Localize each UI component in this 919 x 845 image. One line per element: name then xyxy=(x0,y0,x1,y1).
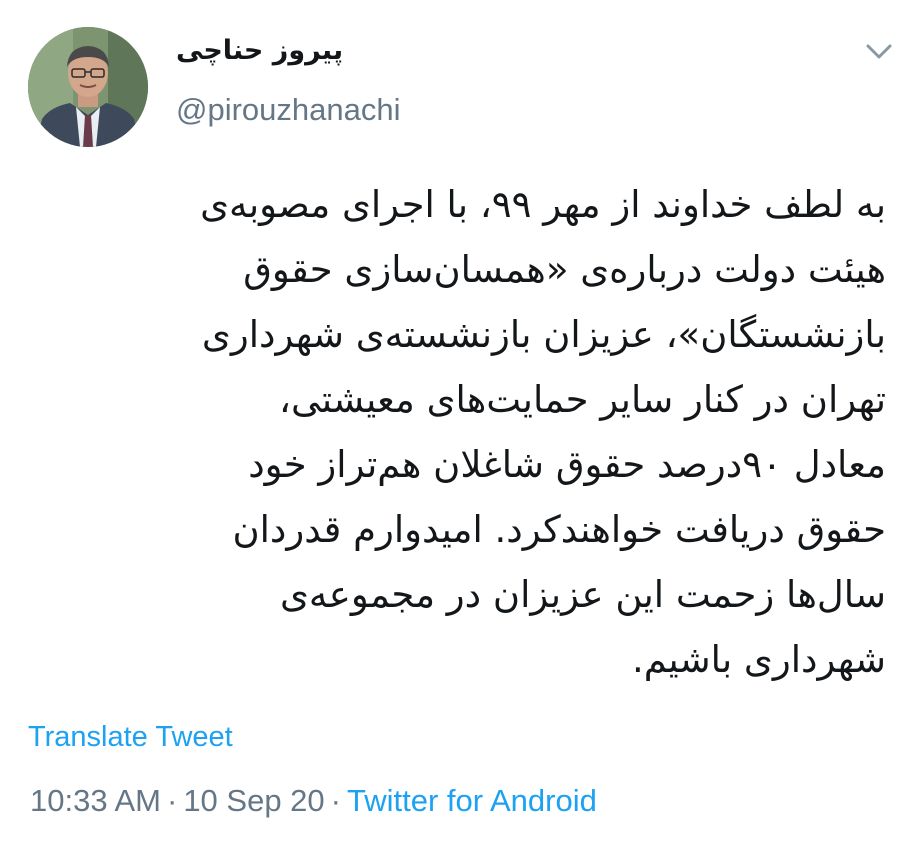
avatar[interactable] xyxy=(28,27,148,147)
tweet-text-line: معادل ۹۰درصد حقوق شاغلان هم‌تراز خود xyxy=(248,443,886,486)
tweet-card: پیروز حناچی @pirouzhanachi به لطف خداوند… xyxy=(0,0,919,845)
separator: · xyxy=(330,783,341,818)
user-handle[interactable]: @pirouzhanachi xyxy=(176,92,401,128)
tweet-text-line: تهران در کنار سایر حمایت‌های معیشتی، xyxy=(279,378,886,421)
tweet-text-line: شهرداری باشیم. xyxy=(632,638,886,681)
tweet-text: به لطف خداوند از مهر ۹۹، با اجرای مصوبه‌… xyxy=(24,172,886,692)
tweet-text-line: هیئت دولت درباره‌ی «همسان‌سازی حقوق xyxy=(243,248,886,291)
tweet-source-link[interactable]: Twitter for Android xyxy=(347,783,597,818)
tweet-time[interactable]: 10:33 AM xyxy=(30,783,161,818)
tweet-text-line: بازنشستگان»، عزیزان بازنشسته‌ی شهرداری xyxy=(201,313,886,356)
tweet-text-line: سال‌ها زحمت این عزیزان در مجموعه‌ی xyxy=(279,573,886,616)
chevron-down-icon[interactable] xyxy=(864,38,894,64)
separator: · xyxy=(166,783,178,818)
tweet-metadata: 10:33 AM · 10 Sep 20 · Twitter for Android xyxy=(30,783,597,819)
tweet-date[interactable]: 10 Sep 20 xyxy=(183,783,324,818)
translate-tweet-link[interactable]: Translate Tweet xyxy=(28,721,233,754)
tweet-text-line: به لطف خداوند از مهر ۹۹، با اجرای مصوبه‌… xyxy=(200,183,886,226)
display-name[interactable]: پیروز حناچی xyxy=(176,35,343,66)
tweet-text-line: حقوق دریافت خواهندکرد. امیدوارم قدردان xyxy=(232,508,886,551)
avatar-image xyxy=(28,27,148,147)
